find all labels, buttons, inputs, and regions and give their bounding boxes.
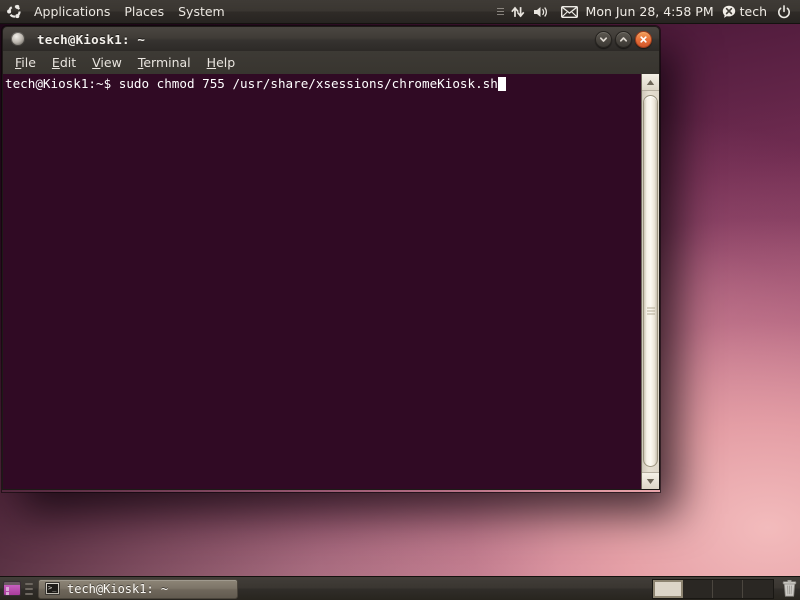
window-buttons: [595, 30, 659, 48]
trash-can-icon: [782, 580, 796, 597]
envelope-icon[interactable]: [553, 0, 582, 23]
menu-system[interactable]: System: [171, 1, 232, 23]
top-panel: Applications Places System Mon Jun 28, 4…: [0, 0, 800, 24]
workspace-4[interactable]: [743, 579, 773, 598]
top-panel-tray: Mon Jun 28, 4:58 PM tech: [495, 0, 800, 23]
show-desktop-button[interactable]: [2, 580, 22, 598]
terminal-command-line: tech@Kiosk1:~$ sudo chmod 755 /usr/share…: [5, 76, 498, 91]
menu-places[interactable]: Places: [117, 1, 171, 23]
user-status-away-icon[interactable]: [718, 0, 738, 23]
user-name-label[interactable]: tech: [738, 4, 770, 19]
desktop-screen: Applications Places System Mon Jun 28, 4…: [0, 0, 800, 600]
workspace-switcher[interactable]: [652, 578, 774, 599]
terminal-icon: >_: [45, 582, 60, 595]
trash-button[interactable]: [781, 580, 797, 598]
terminal-window[interactable]: tech@Kiosk1: ~ File Edit View Terminal H…: [2, 26, 660, 492]
window-menu-icon[interactable]: [11, 32, 25, 46]
scroll-down-arrow-icon[interactable]: [642, 472, 659, 489]
menu-terminal[interactable]: Terminal: [130, 53, 199, 73]
window-titlebar[interactable]: tech@Kiosk1: ~: [2, 26, 660, 51]
workspace-1[interactable]: [653, 579, 683, 598]
menu-applications[interactable]: Applications: [27, 1, 117, 23]
tray-grip-handle[interactable]: [495, 8, 507, 15]
maximize-button[interactable]: [615, 30, 632, 48]
scrollbar-thumb[interactable]: [643, 95, 658, 467]
clock[interactable]: Mon Jun 28, 4:58 PM: [582, 4, 718, 19]
workspace-2[interactable]: [683, 579, 713, 598]
workspace-3[interactable]: [713, 579, 743, 598]
menu-edit[interactable]: Edit: [44, 53, 84, 73]
ubuntu-logo-icon[interactable]: [6, 3, 23, 20]
volume-speaker-icon[interactable]: [529, 0, 553, 23]
taskbar-window-label: tech@Kiosk1: ~: [67, 581, 169, 596]
menu-view[interactable]: View: [84, 53, 130, 73]
terminal-scrollbar[interactable]: [641, 74, 659, 489]
terminal-output[interactable]: tech@Kiosk1:~$ sudo chmod 755 /usr/share…: [3, 74, 641, 489]
top-panel-left: Applications Places System: [0, 0, 232, 23]
bottom-panel-right: [652, 577, 800, 600]
window-title: tech@Kiosk1: ~: [37, 31, 146, 47]
window-list-grip[interactable]: [25, 582, 33, 595]
power-button-icon[interactable]: [770, 0, 795, 23]
menu-help[interactable]: Help: [199, 53, 244, 73]
show-desktop-icon: [3, 581, 21, 596]
taskbar-window-button[interactable]: >_ tech@Kiosk1: ~: [38, 578, 238, 599]
terminal-body[interactable]: tech@Kiosk1:~$ sudo chmod 755 /usr/share…: [2, 74, 660, 490]
network-up-down-icon[interactable]: [507, 0, 529, 23]
minimize-button[interactable]: [595, 30, 612, 48]
scrollbar-track[interactable]: [642, 91, 659, 472]
scroll-up-arrow-icon[interactable]: [642, 74, 659, 91]
terminal-cursor: [497, 77, 506, 91]
close-button[interactable]: [635, 30, 652, 48]
terminal-menubar: File Edit View Terminal Help: [2, 51, 660, 74]
menu-file[interactable]: File: [7, 53, 44, 73]
scrollbar-grip: [646, 307, 655, 315]
bottom-panel: >_ tech@Kiosk1: ~: [0, 576, 800, 600]
